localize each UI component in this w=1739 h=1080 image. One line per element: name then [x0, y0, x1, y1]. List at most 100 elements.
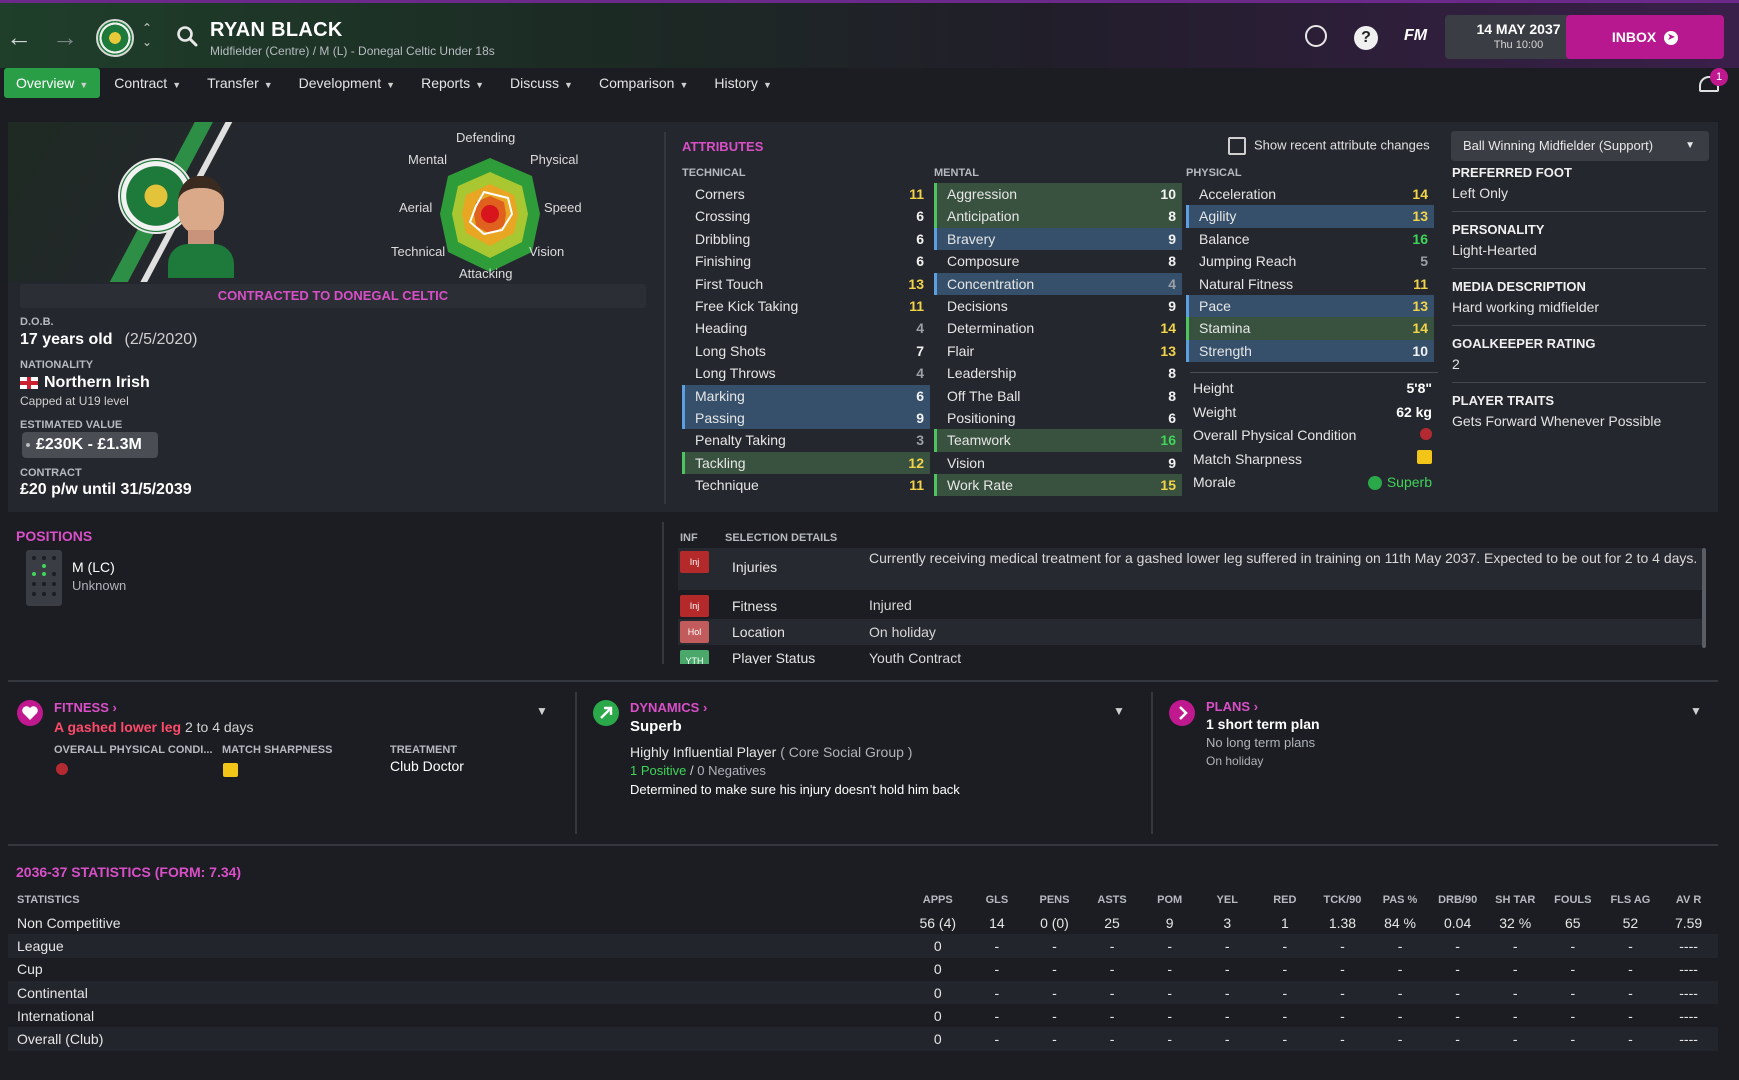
column-header[interactable]: APPS — [907, 889, 968, 911]
attribute-row[interactable]: Long Shots 7 — [682, 340, 930, 362]
morale-row[interactable]: Morale Superb — [1190, 471, 1438, 495]
attribute-row-key[interactable]: Work Rate 15 — [934, 474, 1182, 497]
pitch-position-icon[interactable] — [26, 550, 62, 606]
table-row[interactable]: Overall (Club) 0- - - - - - - - - - - - ---- — [8, 1027, 1718, 1051]
attribute-row[interactable]: Natural Fitness 11 — [1186, 273, 1434, 295]
attribute-name: Long Throws — [695, 365, 776, 382]
sharpness-row[interactable]: Match Sharpness — [1190, 448, 1438, 472]
attribute-row[interactable]: Penalty Taking 3 — [682, 429, 930, 451]
table-row[interactable]: Continental 0- - - - - - - - - - - - ---- — [8, 980, 1718, 1005]
estimated-value[interactable]: £230K - £1.3M — [22, 432, 158, 458]
attribute-row[interactable]: Decisions 9 — [934, 295, 1182, 317]
condition-row[interactable]: Overall Physical Condition — [1190, 424, 1438, 448]
tab-development[interactable]: Development ▼ — [287, 68, 407, 98]
column-header[interactable]: FLS AG — [1602, 889, 1660, 911]
chevron-down-icon[interactable]: ▼ — [1113, 704, 1125, 718]
column-header[interactable]: PAS % — [1371, 889, 1429, 911]
attribute-row[interactable]: Determination 14 — [934, 317, 1182, 339]
attribute-row-key[interactable]: Strength 10 — [1186, 339, 1434, 363]
globe-icon[interactable] — [1305, 25, 1327, 47]
inbox-button[interactable]: INBOX ➤ — [1566, 15, 1724, 59]
attribute-row[interactable]: Technique 11 — [682, 474, 930, 496]
attribute-row[interactable]: Off The Ball 8 — [934, 385, 1182, 407]
column-header[interactable]: FOULS — [1544, 889, 1602, 911]
column-header[interactable]: PENS — [1026, 889, 1084, 911]
column-header[interactable]: POM — [1141, 889, 1199, 911]
table-cell: - — [1455, 1007, 1460, 1024]
attribute-name: Decisions — [947, 297, 1008, 314]
chevron-down-icon[interactable]: ▼ — [1690, 704, 1702, 718]
table-row[interactable]: Non Competitive 56 (4) 14 0 (0) 25 9 3 1 1.38 84 … — [8, 911, 1718, 934]
attribute-row[interactable]: Long Throws 4 — [682, 362, 930, 384]
selection-scrollbar[interactable] — [1702, 548, 1706, 648]
tab-overview[interactable]: Overview ▼ — [4, 68, 101, 98]
tab-discuss[interactable]: Discuss ▼ — [498, 68, 585, 98]
attribute-row[interactable]: Positioning 6 — [934, 407, 1182, 429]
tab-contract[interactable]: Contract ▼ — [102, 68, 193, 98]
column-header[interactable]: SH TAR — [1486, 889, 1544, 911]
up-down-chevron-icon[interactable]: ⌃ ⌄ — [140, 21, 154, 49]
table-row[interactable]: International 0- - - - - - - - - - - - ---- — [8, 1004, 1718, 1027]
nationality-value[interactable]: Northern Irish — [20, 374, 150, 392]
player-traits-label: PLAYER TRAITS — [1452, 393, 1555, 408]
attribute-row-key[interactable]: Tackling 12 — [682, 451, 930, 475]
attribute-row-key[interactable]: Concentration 4 — [934, 272, 1182, 295]
checkbox[interactable] — [1228, 137, 1246, 155]
column-header[interactable]: DRB/90 — [1429, 889, 1487, 911]
attribute-row[interactable]: First Touch 13 — [682, 273, 930, 295]
selection-row-status[interactable]: YTH Player Status Youth Contract — [678, 648, 1702, 664]
attribute-row[interactable]: Flair 13 — [934, 340, 1182, 362]
attribute-row[interactable]: Heading 4 — [682, 317, 930, 339]
attribute-row-key[interactable]: Stamina 14 — [1186, 317, 1434, 340]
dynamics-title-link[interactable]: DYNAMICS › — [630, 700, 707, 715]
attribute-row-key[interactable]: Passing 9 — [682, 406, 930, 430]
attribute-row-key[interactable]: Marking 6 — [682, 384, 930, 407]
help-icon[interactable]: ? — [1354, 26, 1378, 50]
attribute-row[interactable]: Free Kick Taking 11 — [682, 295, 930, 317]
column-header[interactable]: YEL — [1198, 889, 1256, 911]
role-select[interactable]: Ball Winning Midfielder (Support) ▼ — [1451, 131, 1709, 161]
attribute-row[interactable]: Crossing 6 — [682, 205, 930, 227]
attribute-row-key[interactable]: Teamwork 16 — [934, 429, 1182, 452]
attribute-row[interactable]: Composure 8 — [934, 250, 1182, 272]
attribute-row[interactable]: Corners 11 — [682, 183, 930, 205]
column-header[interactable]: ASTS — [1083, 889, 1141, 911]
column-header[interactable]: AV R — [1659, 889, 1718, 911]
goalkeeper-rating-block: GOALKEEPER RATING 2 — [1452, 336, 1706, 383]
tab-transfer[interactable]: Transfer ▼ — [195, 68, 285, 98]
notifications-button[interactable]: 1 — [1697, 68, 1728, 96]
morale-label: Morale — [1193, 474, 1236, 490]
attribute-row[interactable]: Finishing 6 — [682, 250, 930, 272]
forward-arrow-icon[interactable]: → — [50, 23, 80, 53]
plans-title-link[interactable]: PLANS › — [1206, 699, 1258, 714]
search-icon[interactable] — [176, 25, 198, 47]
attribute-row[interactable]: Leadership 8 — [934, 362, 1182, 384]
attribute-row[interactable]: Vision 9 — [934, 452, 1182, 474]
column-header[interactable]: STATISTICS — [8, 889, 907, 911]
column-header[interactable]: GLS — [968, 889, 1026, 911]
column-header[interactable]: RED — [1256, 889, 1314, 911]
fm-menu-icon[interactable]: FM — [1404, 27, 1427, 45]
tab-history[interactable]: History ▼ — [702, 68, 783, 98]
fitness-title-link[interactable]: FITNESS › — [54, 700, 117, 715]
tab-comparison[interactable]: Comparison ▼ — [587, 68, 700, 98]
attribute-row[interactable]: Dribbling 6 — [682, 228, 930, 250]
table-row[interactable]: Cup 0- - - - - - - - - - - - ---- — [8, 958, 1718, 981]
tab-reports[interactable]: Reports ▼ — [409, 68, 496, 98]
attribute-row-key[interactable]: Agility 13 — [1186, 205, 1434, 228]
attribute-row[interactable]: Balance 16 — [1186, 228, 1434, 250]
column-header[interactable]: TCK/90 — [1314, 889, 1372, 911]
table-row[interactable]: League 0- - - - - - - - - - - - ---- — [8, 934, 1718, 958]
attribute-row-key[interactable]: Bravery 9 — [934, 227, 1182, 251]
attribute-row-key[interactable]: Anticipation 8 — [934, 205, 1182, 228]
show-changes-toggle[interactable]: Show recent attribute changes — [1228, 137, 1430, 155]
attribute-row[interactable]: Acceleration 14 — [1186, 183, 1434, 205]
attribute-row-key[interactable]: Pace 13 — [1186, 294, 1434, 318]
attribute-row-key[interactable]: Aggression 10 — [934, 183, 1182, 206]
chevron-down-icon[interactable]: ▼ — [536, 704, 548, 718]
club-badge-icon[interactable] — [96, 19, 134, 57]
attribute-row[interactable]: Jumping Reach 5 — [1186, 250, 1434, 272]
back-arrow-icon[interactable]: ← — [4, 23, 34, 53]
attribute-radar[interactable]: Defending Mental Physical Aerial Speed T… — [380, 130, 600, 282]
table-cell: - — [1428, 980, 1487, 1005]
